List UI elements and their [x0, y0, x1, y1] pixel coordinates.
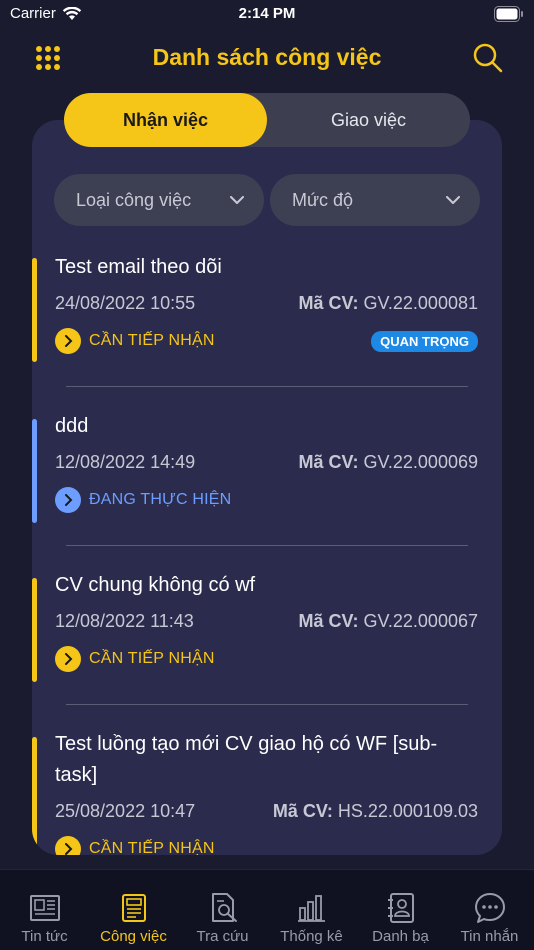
chevron-down-icon: [446, 195, 460, 204]
code-value: GV.22.000081: [363, 293, 478, 313]
tab-label: Thống kê: [280, 928, 343, 945]
task-type-dropdown[interactable]: Loại công việc: [54, 174, 264, 226]
task-list: Test email theo dõi 24/08/2022 10:55 Mã …: [32, 252, 502, 855]
status-bar: Carrier 2:14 PM: [0, 0, 534, 30]
status-label: CẦN TIẾP NHẬN: [89, 840, 215, 855]
chevron-right-icon: [55, 328, 81, 354]
task-meta: 12/08/2022 11:43 Mã CV: GV.22.000067: [55, 611, 478, 632]
priority-label: Mức độ: [292, 189, 354, 210]
status-label: CẦN TIẾP NHẬN: [89, 332, 215, 349]
task-title: CV chung không có wf: [55, 574, 256, 596]
chevron-right-icon: [55, 487, 81, 513]
app-header: Danh sách công việc: [0, 30, 534, 86]
tab-nhan-viec[interactable]: Nhận việc: [64, 93, 267, 147]
tab-label: Tra cứu: [196, 928, 249, 945]
status-color-bar: [32, 258, 37, 362]
status-color-bar: [32, 419, 37, 523]
task-code: Mã CV: GV.22.000081: [299, 293, 478, 314]
status-label: ĐANG THỰC HIỆN: [89, 491, 232, 508]
task-title: ddd: [55, 415, 89, 437]
task-item[interactable]: Test luồng tạo mới CV giao hộ có WF [sub…: [32, 729, 502, 855]
task-code: Mã CV: GV.22.000069: [299, 452, 478, 473]
task-meta: 24/08/2022 10:55 Mã CV: GV.22.000081: [55, 293, 478, 314]
search-button[interactable]: [472, 42, 504, 74]
status-row: ĐANG THỰC HIỆN: [55, 487, 478, 513]
task-date: 12/08/2022 11:43: [55, 611, 194, 631]
status-row: CẦN TIẾP NHẬN QUAN TRỌNG: [55, 328, 478, 354]
contacts-icon: [387, 893, 414, 923]
tab-tin-tuc[interactable]: Tin tức: [0, 870, 89, 950]
code-label: Mã CV:: [298, 293, 359, 313]
task-title: Test email theo dõi: [55, 256, 222, 278]
search-icon: [473, 43, 503, 73]
task-panel: Loại công việc Mức độ Test email theo dõ…: [32, 120, 502, 855]
task-item[interactable]: CV chung không có wf 12/08/2022 11:43 Mã…: [32, 570, 502, 718]
task-code: Mã CV: HS.22.000109.03: [273, 801, 478, 822]
task-item[interactable]: ddd 12/08/2022 14:49 Mã CV: GV.22.000069…: [32, 411, 502, 559]
tasks-icon: [121, 894, 146, 922]
bottom-tab-bar: Tin tức Công việc Tra cứu Thống kê Danh …: [0, 869, 534, 950]
tab-danh-ba[interactable]: Danh bạ: [356, 870, 445, 950]
chevron-right-icon: [55, 646, 81, 672]
code-value: HS.22.000109.03: [337, 801, 478, 821]
chevron-down-icon: [230, 195, 244, 204]
task-type-label: Loại công việc: [76, 189, 192, 210]
code-label: Mã CV:: [298, 611, 359, 631]
priority-dropdown[interactable]: Mức độ: [270, 174, 480, 226]
code-label: Mã CV:: [272, 801, 333, 821]
filter-row: Loại công việc Mức độ: [54, 174, 480, 226]
tab-giao-viec[interactable]: Giao việc: [267, 93, 470, 147]
status-color-bar: [32, 578, 37, 682]
priority-badge: QUAN TRỌNG: [371, 330, 478, 352]
status-color-bar: [32, 737, 37, 855]
tab-tra-cuu[interactable]: Tra cứu: [178, 870, 267, 950]
task-code: Mã CV: GV.22.000067: [299, 611, 478, 632]
tab-label: Tin nhắn: [460, 928, 519, 945]
code-label: Mã CV:: [298, 452, 359, 472]
chevron-right-icon: [55, 836, 81, 855]
tab-label: Tin tức: [21, 928, 68, 945]
clock: 2:14 PM: [238, 5, 296, 22]
task-meta: 12/08/2022 14:49 Mã CV: GV.22.000069: [55, 452, 478, 473]
page-title: Danh sách công việc: [152, 44, 382, 70]
task-date: 12/08/2022 14:49: [55, 452, 196, 472]
newspaper-icon: [29, 895, 60, 921]
tab-tin-nhan[interactable]: Tin nhắn: [445, 870, 534, 950]
status-row: CẦN TIẾP NHẬN: [55, 836, 478, 855]
task-item[interactable]: Test email theo dõi 24/08/2022 10:55 Mã …: [32, 252, 502, 400]
task-meta: 25/08/2022 10:47 Mã CV: HS.22.000109.03: [55, 801, 478, 822]
tab-cong-viec[interactable]: Công việc: [89, 870, 178, 950]
document-search-icon: [211, 893, 237, 922]
battery-icon: [494, 6, 524, 26]
task-title: Test luồng tạo mới CV giao hộ có WF [sub…: [55, 733, 438, 786]
bar-chart-icon: [297, 895, 325, 922]
task-date: 24/08/2022 10:55: [55, 293, 196, 313]
chat-icon: [474, 893, 505, 923]
tab-label: Danh bạ: [372, 928, 429, 945]
tab-thong-ke[interactable]: Thống kê: [267, 870, 356, 950]
segmented-control: Nhận việc Giao việc: [64, 93, 470, 147]
status-row: CẦN TIẾP NHẬN: [55, 646, 478, 672]
tab-label: Công việc: [100, 928, 167, 945]
code-value: GV.22.000067: [363, 611, 478, 631]
task-date: 25/08/2022 10:47: [55, 801, 196, 821]
status-label: CẦN TIẾP NHẬN: [89, 650, 215, 667]
code-value: GV.22.000069: [363, 452, 478, 472]
